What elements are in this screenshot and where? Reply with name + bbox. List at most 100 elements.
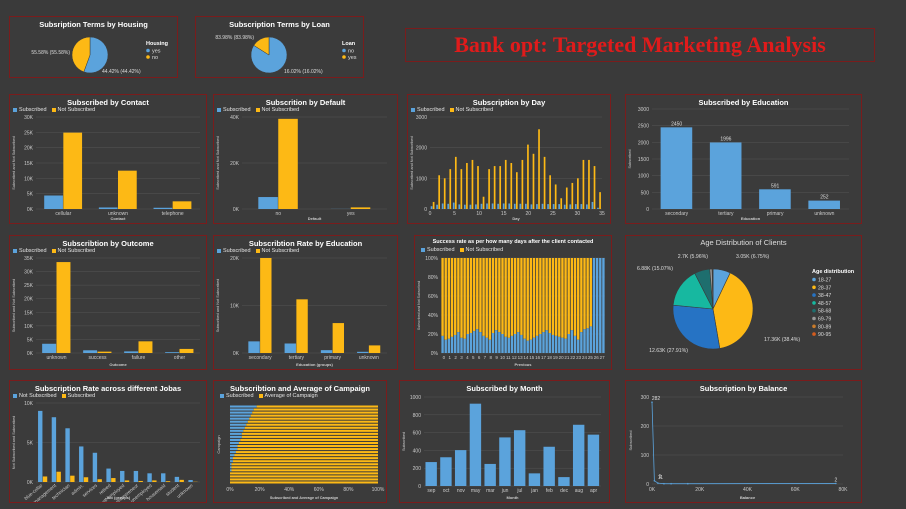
bar-subscribed (508, 203, 511, 209)
bar-subscribed (42, 476, 48, 482)
y-tick-label: 0 (646, 207, 649, 213)
x-tick-label: 30 (575, 211, 581, 217)
y-tick-label: 5K (27, 337, 34, 343)
legend-label: Subscribed (226, 393, 254, 399)
x-tick-label: cellular (55, 211, 71, 217)
bar-average-of-campaign (235, 451, 378, 454)
bar-not-subscribed (488, 169, 490, 209)
bar-subscribed (230, 405, 257, 408)
x-tick-label: 9 (495, 355, 498, 360)
loan-pie-chart: 83.98% (83.98%) 16.02% (16.02%) Loan noyes (215, 35, 356, 75)
x-tick-label: 35 (599, 211, 605, 217)
bar-subscribed (558, 477, 570, 486)
x-axis-label: Subscribed and Average of Campaign (270, 496, 339, 500)
x-tick-label: 3 (460, 355, 463, 360)
x-tick-label: secondary (249, 355, 273, 361)
legend-label: Not Subscribed (57, 107, 96, 113)
bar-subscribed (230, 469, 232, 472)
legend-label: Subscribed (427, 247, 455, 253)
bar-not-subscribed (161, 473, 166, 482)
bar-subscribed (542, 332, 545, 353)
x-tick-label: 16 (535, 355, 541, 360)
x-tick-label: 14 (523, 355, 529, 360)
y-tick-label: 100% (425, 256, 438, 262)
bar-subscribed (153, 207, 173, 209)
bar-subscribed (580, 204, 583, 209)
legend-item: Not Subscribed (459, 247, 503, 253)
bar-subscribed (83, 350, 98, 353)
legend-label: Subscribed (417, 107, 445, 113)
x-tick-label: apr (590, 488, 598, 494)
y-tick-label: 500 (641, 190, 650, 196)
bar-not-subscribed (172, 201, 192, 209)
x-axis-label: Day (512, 216, 520, 221)
bar-subscribed (548, 333, 551, 353)
y-tick-label: 10K (24, 401, 34, 407)
pie-legend-item: no (348, 49, 354, 55)
y-axis-label: Subscribed and Not Subscribed (216, 136, 220, 189)
x-tick-label: 5 (453, 211, 456, 217)
legend-swatch (411, 107, 415, 112)
legend-item: Not Subscribed (449, 107, 493, 113)
bar-subscribed (597, 207, 599, 209)
bar-subscribed (152, 480, 157, 482)
bar-subscribed (709, 142, 742, 209)
chart-svg-rate_education: 0K 10K 20K Subscribed and Not Subscribed Edu… (216, 256, 387, 367)
bar-not-subscribed (582, 159, 585, 209)
bar-not-subscribed (56, 262, 71, 353)
bar-not-subscribed (174, 476, 180, 482)
y-tick-label: 300 (641, 395, 650, 401)
legend-label: Subscribed (67, 393, 96, 399)
x-tick-label: 19 (553, 355, 559, 360)
bar-subscribed (572, 424, 585, 486)
bar-subscribed (463, 204, 466, 209)
bar-not-subscribed (526, 258, 529, 341)
bar-not-subscribed (278, 118, 298, 209)
pie-legend-item: 80-89 (818, 324, 831, 330)
bar-average-of-campaign (230, 481, 378, 484)
legend-item: Subscribed (13, 107, 47, 113)
legend-label: Average of Campaign (264, 393, 318, 399)
pie-data-label: 44.42% (44.42%) (102, 69, 141, 75)
bar-data-label: 1996 (720, 136, 731, 142)
legend-swatch (812, 293, 816, 297)
bar-not-subscribed (529, 258, 533, 340)
bar-subscribed (599, 258, 602, 353)
bar-not-subscribed (548, 258, 551, 334)
bar-not-subscribed (460, 258, 463, 338)
legend-swatch (61, 393, 66, 398)
bar-subscribed (230, 432, 242, 435)
legend-item: Not Subscribed (51, 107, 96, 113)
bar-subscribed (580, 332, 583, 353)
x-tick-label: aug (575, 488, 584, 494)
legend-item: Average of Campaign (258, 393, 318, 399)
x-tick-label: oct (443, 488, 450, 494)
bar-subscribed (230, 429, 244, 432)
bar-subscribed (454, 450, 467, 486)
legend-swatch (812, 332, 816, 336)
pie-legend-item: no (152, 55, 158, 61)
y-tick-label: 15K (24, 310, 34, 316)
bar-not-subscribed (543, 156, 546, 209)
x-tick-label: 26 (594, 355, 600, 360)
pie-legend-item: 38-47 (818, 293, 831, 299)
y-tick-label: 60% (428, 294, 439, 300)
x-tick-label: 10 (500, 355, 506, 360)
x-tick-label: 7 (484, 355, 487, 360)
x-tick-label: failure (132, 355, 146, 361)
bar-subscribed (486, 203, 488, 209)
bar-subscribed (525, 203, 527, 209)
legend-item: Not Subscribed (51, 248, 95, 254)
bar-subscribed (528, 473, 541, 486)
bar-subscribed (454, 334, 457, 353)
y-tick-label: 0K (233, 351, 240, 357)
legend-swatch (13, 107, 17, 112)
success-rate-chart-panel: Success rate as per how many days after … (414, 235, 612, 370)
bar-not-subscribed (447, 258, 451, 339)
bar-not-subscribed (558, 258, 561, 337)
bar-not-subscribed (561, 258, 564, 338)
x-tick-label: 22 (570, 355, 576, 360)
bar-subscribed (230, 445, 238, 448)
bar-subscribed (165, 481, 171, 482)
bar-not-subscribed (532, 258, 536, 338)
